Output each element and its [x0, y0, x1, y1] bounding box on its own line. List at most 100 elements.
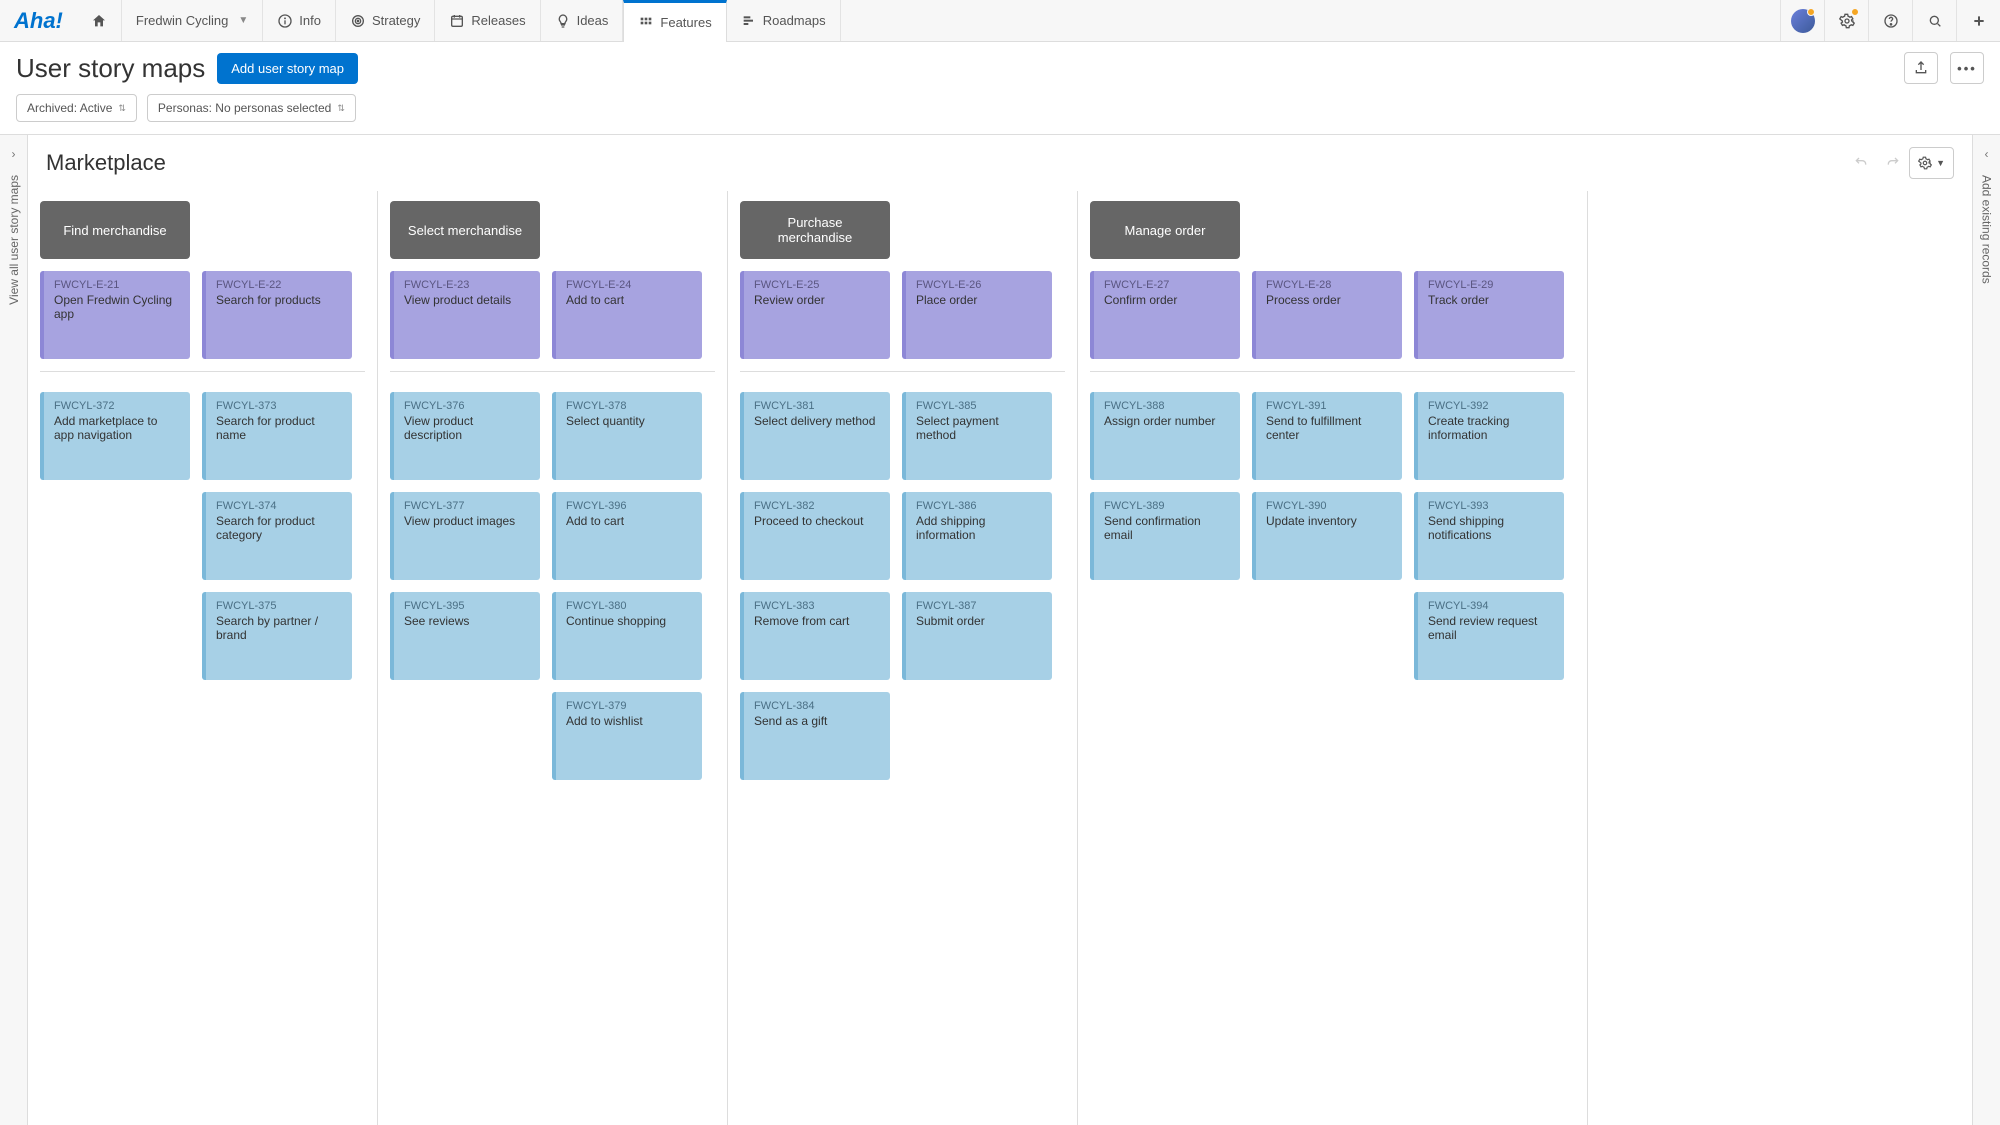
filter-personas[interactable]: Personas: No personas selected ⇅ [147, 94, 356, 122]
user-avatar-button[interactable] [1780, 0, 1824, 41]
goal-card[interactable]: Find merchandise [40, 201, 190, 259]
epic-title: Add to cart [566, 293, 692, 307]
story-card[interactable]: FWCYL-387Submit order [902, 592, 1052, 680]
share-button[interactable] [1904, 52, 1938, 84]
story-card[interactable]: FWCYL-375Search by partner / brand [202, 592, 352, 680]
story-id: FWCYL-385 [916, 400, 1042, 412]
notification-dot [1807, 8, 1815, 16]
story-card[interactable]: FWCYL-391Send to fulfillment center [1252, 392, 1402, 480]
story-card[interactable]: FWCYL-393 Send shipping notifications [1414, 492, 1564, 580]
nav-releases[interactable]: Releases [435, 0, 540, 41]
story-title: Select delivery method [754, 414, 880, 428]
more-actions-button[interactable]: ••• [1950, 52, 1984, 84]
story-column: FWCYL-392Create tracking informationFWCY… [1414, 392, 1564, 680]
settings-button[interactable] [1824, 0, 1868, 41]
notification-dot [1851, 8, 1859, 16]
share-icon [1913, 60, 1929, 76]
help-button[interactable] [1868, 0, 1912, 41]
epic-card[interactable]: FWCYL-E-29Track order [1414, 271, 1564, 359]
epic-id: FWCYL-E-22 [216, 279, 342, 291]
story-column: FWCYL-381Select delivery method FWCYL-382… [740, 392, 890, 780]
right-rail-label[interactable]: Add existing records [1980, 175, 1994, 284]
nav-features[interactable]: Features [623, 0, 726, 42]
story-card[interactable]: FWCYL-386Add shipping information [902, 492, 1052, 580]
story-columns: FWCYL-388Assign order number FWCYL-389Sen… [1090, 392, 1575, 680]
story-card[interactable]: FWCYL-378Select quantity [552, 392, 702, 480]
nav-ideas[interactable]: Ideas [541, 0, 624, 41]
epic-card[interactable]: FWCYL-E-24 Add to cart [552, 271, 702, 359]
story-card[interactable]: FWCYL-394Send review request email [1414, 592, 1564, 680]
filter-archived[interactable]: Archived: Active ⇅ [16, 94, 137, 122]
epic-title: Search for products [216, 293, 342, 307]
epic-card[interactable]: FWCYL-E-22 Search for products [202, 271, 352, 359]
redo-button[interactable] [1877, 150, 1909, 177]
project-selector[interactable]: Fredwin Cycling ▼ [122, 0, 263, 41]
expand-left-rail[interactable]: › [8, 143, 20, 165]
story-id: FWCYL-378 [566, 400, 692, 412]
epic-card[interactable]: FWCYL-E-25Review order [740, 271, 890, 359]
story-card[interactable]: FWCYL-377View product images [390, 492, 540, 580]
story-card[interactable]: FWCYL-384Send as a gift [740, 692, 890, 780]
project-name: Fredwin Cycling [136, 13, 228, 28]
home-button[interactable] [77, 0, 122, 41]
epic-id: FWCYL-E-27 [1104, 279, 1230, 291]
story-card[interactable]: FWCYL-381Select delivery method [740, 392, 890, 480]
goal-card[interactable]: Select merchandise [390, 201, 540, 259]
goal-card[interactable]: Manage order [1090, 201, 1240, 259]
bulb-icon [555, 13, 571, 29]
story-card[interactable]: FWCYL-385 Select payment method [902, 392, 1052, 480]
story-card[interactable]: FWCYL-390 Update inventory [1252, 492, 1402, 580]
undo-button[interactable] [1845, 150, 1877, 177]
epic-title: Open Fredwin Cycling app [54, 293, 180, 321]
story-title: Submit order [916, 614, 1042, 628]
app-logo[interactable]: Aha! [0, 0, 77, 41]
epic-card[interactable]: FWCYL-E-21Open Fredwin Cycling app [40, 271, 190, 359]
story-card[interactable]: FWCYL-373Search for product name [202, 392, 352, 480]
story-card[interactable]: FWCYL-396Add to cart [552, 492, 702, 580]
story-card[interactable]: FWCYL-379Add to wishlist [552, 692, 702, 780]
page-header: User story maps Add user story map ••• [0, 42, 2000, 94]
story-id: FWCYL-390 [1266, 500, 1392, 512]
nav-info[interactable]: Info [263, 0, 336, 41]
story-card[interactable]: FWCYL-388Assign order number [1090, 392, 1240, 480]
board-column: Select merchandise FWCYL-E-23View product… [378, 191, 728, 1125]
story-id: FWCYL-392 [1428, 400, 1554, 412]
story-title: See reviews [404, 614, 530, 628]
left-rail-label[interactable]: View all user story maps [7, 175, 21, 305]
epic-card[interactable]: FWCYL-E-26Place order [902, 271, 1052, 359]
epic-card[interactable]: FWCYL-E-27Confirm order [1090, 271, 1240, 359]
story-title: Update inventory [1266, 514, 1392, 528]
search-button[interactable] [1912, 0, 1956, 41]
add-button[interactable] [1956, 0, 2000, 41]
story-card[interactable]: FWCYL-382Proceed to checkout [740, 492, 890, 580]
story-card[interactable]: FWCYL-374Search for product category [202, 492, 352, 580]
epic-id: FWCYL-E-26 [916, 279, 1042, 291]
epic-id: FWCYL-E-24 [566, 279, 692, 291]
nav-strategy[interactable]: Strategy [336, 0, 435, 41]
story-title: Send shipping notifications [1428, 514, 1554, 542]
story-card[interactable]: FWCYL-383Remove from cart [740, 592, 890, 680]
story-title: Select payment method [916, 414, 1042, 442]
story-card[interactable]: FWCYL-372Add marketplace to app navigati… [40, 392, 190, 480]
epic-card[interactable]: FWCYL-E-23View product details [390, 271, 540, 359]
right-rail: ‹ Add existing records [1972, 135, 2000, 1125]
story-id: FWCYL-372 [54, 400, 180, 412]
story-id: FWCYL-383 [754, 600, 880, 612]
story-id: FWCYL-386 [916, 500, 1042, 512]
epic-card[interactable]: FWCYL-E-28Process order [1252, 271, 1402, 359]
story-title: Search for product name [216, 414, 342, 442]
nav-roadmaps[interactable]: Roadmaps [727, 0, 841, 41]
story-column: FWCYL-373Search for product name FWCYL-37… [202, 392, 352, 680]
expand-right-rail[interactable]: ‹ [1981, 143, 1993, 165]
epic-id: FWCYL-E-23 [404, 279, 530, 291]
top-nav: Aha! Fredwin Cycling ▼ Info Strategy Rel… [0, 0, 2000, 42]
story-card[interactable]: FWCYL-389Send confirmation email [1090, 492, 1240, 580]
story-card[interactable]: FWCYL-376View product description [390, 392, 540, 480]
story-card[interactable]: FWCYL-395See reviews [390, 592, 540, 680]
add-user-story-map-button[interactable]: Add user story map [217, 53, 358, 84]
story-card[interactable]: FWCYL-380Continue shopping [552, 592, 702, 680]
goal-card[interactable]: Purchase merchandise [740, 201, 890, 259]
story-card[interactable]: FWCYL-392Create tracking information [1414, 392, 1564, 480]
board-settings-button[interactable]: ▼ [1909, 147, 1954, 179]
story-id: FWCYL-393 [1428, 500, 1554, 512]
